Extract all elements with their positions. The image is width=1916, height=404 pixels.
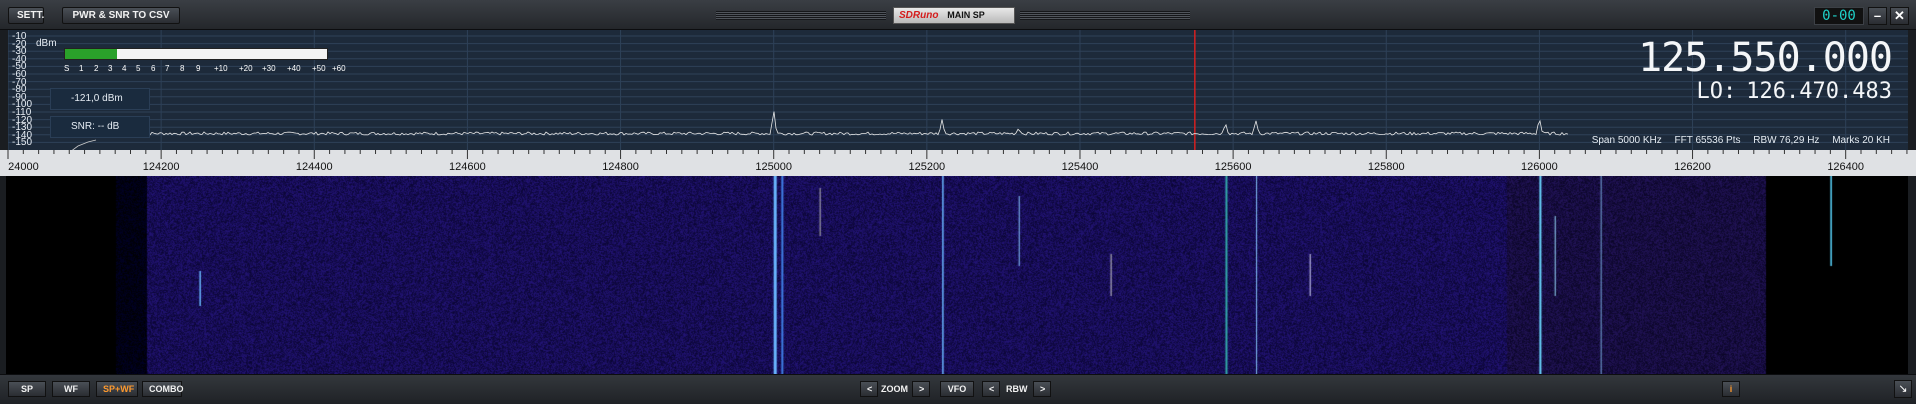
axis-tick-label: 125800 — [1367, 161, 1405, 173]
axis-tick-label: 124200 — [142, 161, 180, 173]
lo-frequency-display[interactable]: LO: 126.470.483 — [1697, 80, 1892, 104]
fft-readout: FFT 65536 Pts — [1674, 135, 1741, 146]
s-meter-scale-label: 6 — [151, 64, 156, 73]
spectrum-display[interactable]: -10 -20 -30 -40 -50 -60 -70 -80 -90 -100 -110 -120-… — [8, 30, 1908, 150]
s-meter-scale-label: 5 — [136, 64, 141, 73]
axis-tick-label: 125200 — [908, 161, 946, 173]
rbw-label: RBW — [1006, 384, 1028, 394]
rbw-increase-button[interactable]: > — [1033, 381, 1051, 397]
axis-tick-label: 126200 — [1674, 161, 1711, 173]
spectrum-trace-tail — [72, 139, 97, 150]
s-meter — [64, 48, 328, 60]
waterfall-display[interactable] — [6, 176, 1908, 374]
axis-tick-label: 124400 — [295, 161, 333, 173]
zoom-label: ZOOM — [881, 384, 908, 394]
s-meter-scale-label: 9 — [196, 64, 201, 73]
s-meter-scale-label: 3 — [108, 64, 113, 73]
axis-tick-label: 125000 — [755, 161, 793, 173]
s-meter-scale-label: 7 — [165, 64, 170, 73]
lo-frequency-value: 126.470.483 — [1746, 79, 1892, 104]
vfo-frequency-display[interactable]: 125.550.000 — [1638, 36, 1893, 80]
s-meter-scale-label: +30 — [262, 64, 276, 73]
spectrum-info: Span 5000 KHz FFT 65536 Pts RBW 76,29 Hz… — [1582, 135, 1890, 146]
zoom-in-button[interactable]: > — [912, 381, 930, 397]
s-meter-scale-label: +40 — [287, 64, 301, 73]
s-meter-fill — [65, 49, 118, 59]
s-meter-scale-label: +10 — [214, 64, 228, 73]
vfo-center-button[interactable]: VFO — [940, 381, 974, 397]
digital-readout: 0-00 — [1814, 7, 1864, 25]
axis-tick-label: 124800 — [602, 161, 639, 173]
s-meter-scale-label: +60 — [332, 64, 346, 73]
top-toolbar: SETT. PWR & SNR TO CSV SDRuno MAIN SP 0-… — [0, 0, 1916, 30]
window-title-text: MAIN SP — [947, 10, 985, 20]
s-meter-scale-label: 1 — [79, 64, 84, 73]
axis-tick-label: 126000 — [1521, 161, 1558, 173]
bottom-toolbar: SP WF SP+WF COMBO < ZOOM > VFO < RBW > i… — [0, 374, 1916, 404]
spectrum-trace-line — [137, 111, 1569, 136]
db-unit-label: dBm — [36, 38, 57, 49]
signal-level-readout: -121,0 dBm — [50, 88, 150, 110]
s-meter-scale-label: S — [64, 64, 70, 73]
combo-mode-button[interactable]: COMBO — [142, 381, 184, 397]
sp-mode-button[interactable]: SP — [8, 381, 46, 397]
sdruno-logo: SDRuno — [899, 10, 939, 21]
s-meter-scale-label: 4 — [122, 64, 127, 73]
snr-readout: SNR: -- dB — [50, 116, 150, 138]
close-button[interactable]: ✕ — [1890, 7, 1909, 25]
s-meter-scale-label: 8 — [180, 64, 185, 73]
frequency-axis[interactable]: 124000 124200 124400 124600 124800 125000 1252… — [0, 150, 1916, 176]
resize-handle-icon[interactable]: ↘ — [1894, 380, 1912, 398]
sp-wf-mode-button[interactable]: SP+WF — [96, 381, 138, 397]
settings-button[interactable]: SETT. — [8, 7, 44, 24]
axis-tick-label: 125400 — [1061, 161, 1099, 173]
s-meter-scale-label: +50 — [312, 64, 326, 73]
export-pwr-snr-csv-button[interactable]: PWR & SNR TO CSV — [62, 7, 180, 24]
s-meter-scale: S 1 2 3 4 5 6 7 8 9 +10 +20 +30 +40 +50 +60 — [64, 64, 346, 74]
span-readout: Span 5000 KHz — [1591, 135, 1662, 146]
db-label: -150 — [12, 137, 33, 149]
window-title: SDRuno MAIN SP — [893, 7, 1015, 24]
minimize-button[interactable]: – — [1868, 7, 1887, 25]
wf-mode-button[interactable]: WF — [52, 381, 90, 397]
s-meter-scale-label: +20 — [239, 64, 253, 73]
drag-grip-right[interactable] — [1020, 11, 1190, 20]
rbw-decrease-button[interactable]: < — [982, 381, 1000, 397]
zoom-out-button[interactable]: < — [860, 381, 878, 397]
marks-readout: Marks 20 KH — [1832, 135, 1890, 146]
drag-grip-left[interactable] — [716, 11, 886, 20]
axis-tick-label: 125600 — [1214, 161, 1252, 173]
info-button[interactable]: i — [1722, 381, 1740, 397]
axis-tick-label: 124600 — [449, 161, 486, 173]
axis-tick-label: 126400 — [1827, 161, 1865, 173]
rbw-readout: RBW 76,29 Hz — [1753, 135, 1820, 146]
s-meter-scale-label: 2 — [94, 64, 99, 73]
axis-ticks — [7, 150, 1908, 159]
lo-label: LO: — [1696, 79, 1737, 104]
waterfall-canvas — [6, 176, 1908, 374]
